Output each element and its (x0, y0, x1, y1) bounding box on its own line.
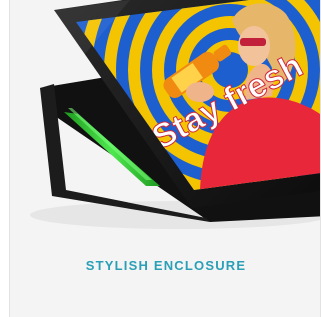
product-caption[interactable]: STYLISH ENCLOSURE (10, 258, 320, 273)
product-feature-card[interactable]: Stay fresh STYLISH ENCLOSURE (9, 0, 321, 317)
product-image: Stay fresh (30, 0, 320, 229)
